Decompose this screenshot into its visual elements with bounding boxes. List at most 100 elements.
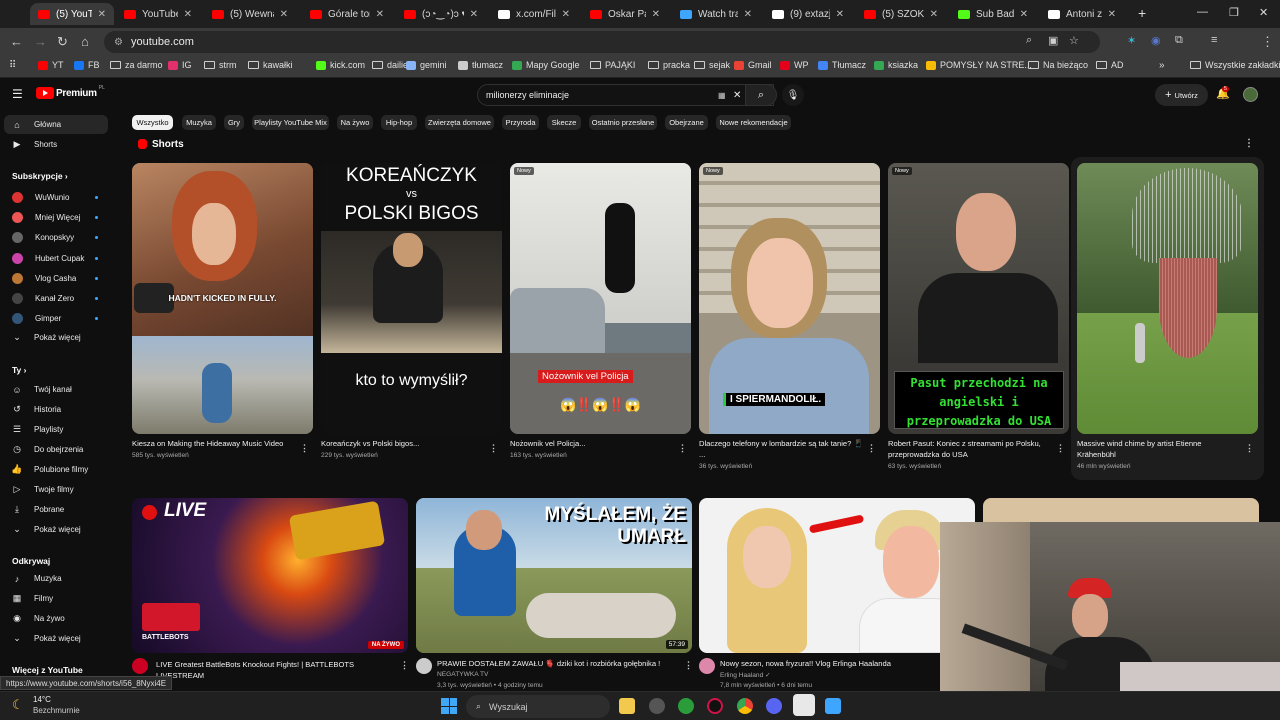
create-button[interactable]: + Utwórz (1155, 84, 1208, 106)
browser-tab[interactable]: x.com/FilipT ✕ (490, 3, 578, 25)
sidebar-item[interactable]: 👍 Polubione filmy (4, 460, 108, 479)
search-input[interactable]: milionerzy eliminacje ▦ ✕ (477, 84, 774, 106)
sidebar-item[interactable]: ↺ Historia (4, 400, 108, 419)
bookmark-item[interactable]: pracka (648, 60, 690, 70)
browser-tab[interactable]: (5) YouTube ✕ (30, 3, 114, 25)
short-card-2[interactable]: KOREAŃCZYK vs POLSKI BIGOS kto to wymyśl… (321, 163, 502, 434)
zoom-icon[interactable]: ⌕ (1026, 34, 1032, 47)
short-title[interactable]: Massive wind chime by artist Etienne Krä… (1077, 438, 1242, 460)
filter-chip[interactable]: Gry (224, 115, 244, 130)
browser-menu-icon[interactable]: ⋮ (1261, 34, 1274, 50)
bookmark-item[interactable]: Tłumacz (818, 60, 866, 70)
maximize-button[interactable]: ❐ (1229, 6, 1239, 19)
search-button[interactable]: ⌕ (745, 84, 777, 106)
short-title[interactable]: Robert Pasut: Koniec z streamami po Pols… (888, 438, 1053, 460)
sidebar-item[interactable]: Kanał Zero (4, 289, 108, 308)
voice-search-icon[interactable]: 🎙 (782, 84, 804, 106)
video-title[interactable]: Nowy sezon, nowa fryzura!! Vlog Erlinga … (720, 659, 891, 668)
site-info-icon[interactable]: ⚙ (114, 37, 123, 48)
chrome-icon[interactable] (737, 698, 753, 714)
browser-tab[interactable]: (9) extazja – ✕ (764, 3, 852, 25)
discord-icon[interactable] (766, 698, 782, 714)
shorts-section-menu-icon[interactable]: ⋮ (1244, 138, 1254, 149)
tab-close-icon[interactable]: ✕ (744, 9, 752, 20)
sidebar-item[interactable]: ⌄ Pokaż więcej (4, 520, 108, 539)
short-card-3[interactable]: Nowy Nożownik vel Policja 😱‼️😱‼️😱 (510, 163, 691, 434)
sidebar-section-heading[interactable]: Ty › (12, 365, 27, 375)
short-card-5[interactable]: Nowy Pasut przechodzi na angielski i prz… (888, 163, 1069, 434)
reload-icon[interactable]: ↻ (57, 34, 68, 50)
forward-icon[interactable]: → (34, 34, 47, 49)
short-menu-icon[interactable]: ⋮ (1245, 443, 1254, 454)
extension-icon[interactable]: ✶ (1127, 34, 1136, 47)
back-icon[interactable]: ← (10, 34, 23, 49)
short-title[interactable]: Nożownik vel Policja... (510, 438, 675, 449)
video-title[interactable]: LIVE Greatest BattleBots Knockout Fights… (156, 659, 386, 681)
channel-avatar[interactable] (416, 658, 432, 674)
tab-close-icon[interactable]: ✕ (98, 9, 106, 20)
short-menu-icon[interactable]: ⋮ (489, 443, 498, 454)
browser-tab[interactable]: (5) SZOKUJĄ ✕ (856, 3, 946, 25)
video-channel[interactable]: Erling Haaland ✓ (720, 671, 771, 679)
sidebar-item[interactable]: WuWunio (4, 188, 108, 207)
filter-chip[interactable]: Na żywo (337, 115, 373, 130)
bookmark-item[interactable]: kawałki (248, 60, 293, 70)
clear-search-icon[interactable]: ✕ (733, 90, 741, 101)
media-controls-icon[interactable]: ≡ (1211, 34, 1217, 46)
bookmark-item[interactable]: za darmo (110, 60, 163, 70)
start-button-icon[interactable] (441, 698, 457, 714)
sidebar-section-heading[interactable]: Odkrywaj (12, 556, 50, 566)
close-window-button[interactable]: ✕ (1259, 6, 1268, 19)
short-card-4[interactable]: Nowy I SPIERMANDOLIŁ. (699, 163, 880, 434)
extension2-icon[interactable]: ◉ (1151, 34, 1161, 47)
bookmark-item[interactable]: AD (1096, 60, 1124, 70)
filter-chip[interactable]: Skecze (547, 115, 581, 130)
bookmark-item[interactable]: sejak (694, 60, 730, 70)
video-channel[interactable]: NEGATYWKA TV (437, 671, 488, 678)
video-menu-icon[interactable]: ⋮ (400, 660, 409, 671)
bookmark-item[interactable]: tłumacz (458, 60, 503, 70)
filter-chip[interactable]: Obejrzane (665, 115, 708, 130)
settings-app-icon[interactable] (649, 698, 665, 714)
file-explorer-icon[interactable] (619, 698, 635, 714)
short-title[interactable]: Koreańczyk vs Polski bigos... (321, 438, 486, 449)
browser-tab[interactable]: Antoni z Kijo ✕ (1040, 3, 1124, 25)
sidebar-item[interactable]: ⤓ Pobrane (4, 500, 108, 519)
tab-close-icon[interactable]: ✕ (562, 9, 570, 20)
tab-close-icon[interactable]: ✕ (652, 9, 660, 20)
video-card-2[interactable]: MYŚLAŁEM, ŻE UMARŁ 57:39 (416, 498, 692, 653)
bookmark-item[interactable]: YT (38, 60, 64, 70)
tab-close-icon[interactable]: ✕ (470, 9, 478, 20)
bookmark-star-icon[interactable]: ☆ (1069, 34, 1079, 47)
browser-tab[interactable]: (5) Wewnątrz ✕ (204, 3, 296, 25)
video-title[interactable]: PRAWIE DOSTAŁEM ZAWAŁU 🫀 dziki kot i roz… (437, 659, 660, 668)
sidebar-item[interactable]: Konopskyy (4, 228, 108, 247)
youtube-logo[interactable]: Premium PL (36, 85, 105, 99)
sidebar-item[interactable]: ◉ Na żywo (4, 609, 108, 628)
account-avatar[interactable] (1243, 87, 1258, 102)
tab-close-icon[interactable]: ✕ (184, 9, 192, 20)
browser-tab[interactable]: Górale tortur ✕ (302, 3, 392, 25)
filter-chip[interactable]: Ostatnio przesłane (589, 115, 657, 130)
bookmark-item[interactable]: POMYSŁY NA STRE... (926, 60, 1032, 70)
bookmark-item[interactable]: strm (204, 60, 237, 70)
taskbar-search[interactable]: ⌕ Wyszukaj (466, 695, 610, 718)
bookmark-item[interactable]: kick.com (316, 60, 365, 70)
app-icon[interactable] (825, 698, 841, 714)
video-card-3[interactable] (699, 498, 975, 653)
short-card-6[interactable] (1077, 163, 1258, 434)
browser-tab[interactable]: (ɔ◔‿◔)ɔ ♥ ✕ (396, 3, 486, 25)
minimize-button[interactable]: — (1197, 6, 1208, 18)
browser-tab[interactable]: YouTube ✕ (116, 3, 200, 25)
install-app-icon[interactable]: ▣ (1048, 34, 1058, 47)
sidebar-item[interactable]: ▦ Filmy (4, 589, 108, 608)
filter-chip[interactable]: Nowe rekomendacje (716, 115, 791, 130)
tab-close-icon[interactable]: ✕ (376, 9, 384, 20)
sidebar-item[interactable]: Vlog Casha (4, 269, 108, 288)
sidebar-item[interactable]: ⌂ Główna (4, 115, 108, 134)
filter-chip[interactable]: Muzyka (182, 115, 216, 130)
new-tab-button[interactable]: + (1138, 5, 1146, 21)
guide-menu-icon[interactable]: ☰ (12, 87, 23, 101)
tab-close-icon[interactable]: ✕ (836, 9, 844, 20)
filter-chip[interactable]: Hip-hop (381, 115, 417, 130)
